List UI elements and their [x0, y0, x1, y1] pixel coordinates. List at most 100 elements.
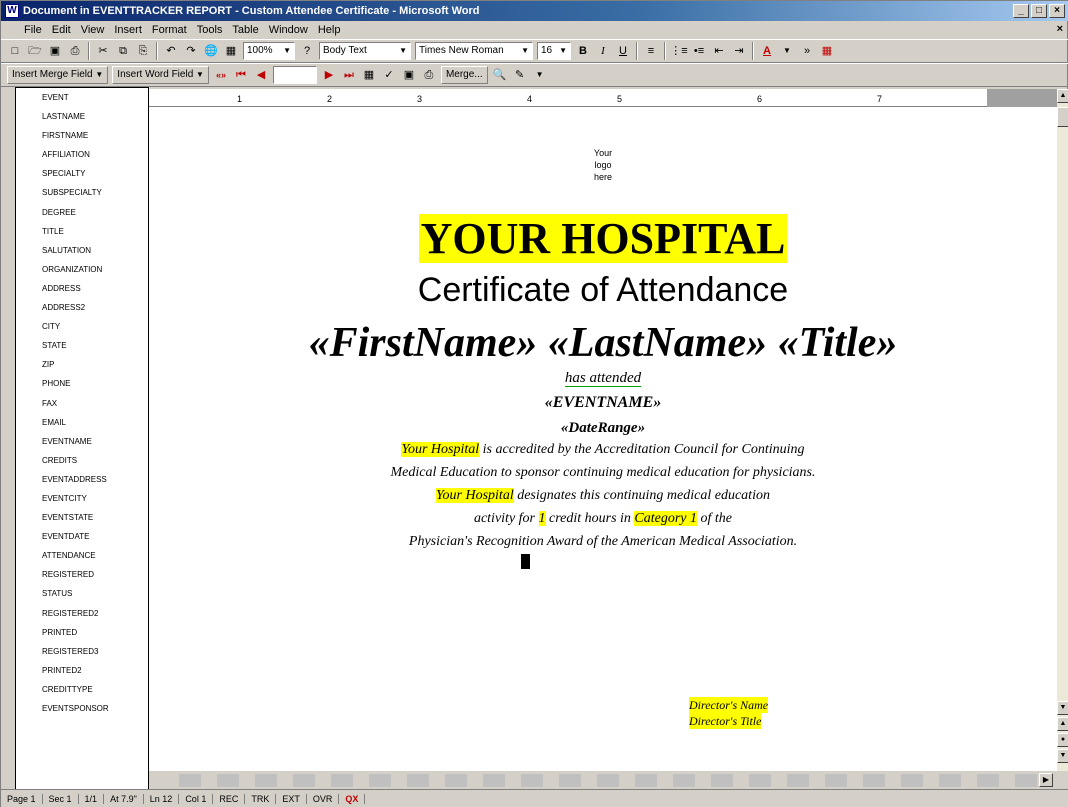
copy-icon[interactable]: ⧉: [114, 42, 132, 60]
merge-field-dropdown[interactable]: EVENT LASTNAME FIRSTNAME AFFILIATION SPE…: [15, 87, 149, 807]
menu-insert[interactable]: Insert: [109, 24, 147, 36]
edit-data-source-icon[interactable]: ✎: [511, 66, 529, 84]
paste-icon[interactable]: ⎘: [134, 42, 152, 60]
status-ext[interactable]: EXT: [276, 794, 307, 804]
last-record-icon[interactable]: ⏭: [340, 66, 358, 84]
insert-merge-field-button[interactable]: Insert Merge Field ▼: [7, 66, 109, 84]
previous-page-icon[interactable]: ▲: [1057, 717, 1068, 731]
merge-field-option[interactable]: REGISTERED: [16, 565, 148, 584]
insert-word-field-button[interactable]: Insert Word Field ▼: [112, 66, 209, 84]
merge-field-option[interactable]: EMAIL: [16, 413, 148, 432]
merge-field-option[interactable]: TITLE: [16, 222, 148, 241]
merge-field-option[interactable]: LASTNAME: [16, 107, 148, 126]
merge-field-option[interactable]: ADDRESS2: [16, 298, 148, 317]
merge-field-option[interactable]: ORGANIZATION: [16, 260, 148, 279]
next-page-icon[interactable]: ▼: [1057, 749, 1068, 763]
spelling-status-icon[interactable]: QX: [339, 794, 366, 804]
merge-field-option[interactable]: EVENTADDRESS: [16, 470, 148, 489]
horizontal-ruler[interactable]: 1 2 3 4 5 6 7: [149, 89, 1057, 107]
italic-button[interactable]: I: [594, 42, 612, 60]
scroll-right-icon[interactable]: ▶: [1039, 773, 1053, 787]
menu-edit[interactable]: Edit: [47, 24, 76, 36]
merge-field-option[interactable]: ADDRESS: [16, 279, 148, 298]
bold-button[interactable]: B: [574, 42, 592, 60]
merge-field-option[interactable]: ZIP: [16, 355, 148, 374]
zoom-combo[interactable]: 100% ▼: [243, 42, 295, 60]
merge-field-option[interactable]: CREDITS: [16, 451, 148, 470]
merge-to-new-document-icon[interactable]: ▣: [400, 66, 418, 84]
mail-merge-helper-icon[interactable]: ▦: [360, 66, 378, 84]
merge-field-option[interactable]: FIRSTNAME: [16, 126, 148, 145]
view-merged-data-icon[interactable]: «»: [212, 66, 230, 84]
merge-field-option[interactable]: EVENTDATE: [16, 527, 148, 546]
cut-icon[interactable]: ✂: [94, 42, 112, 60]
font-color-button[interactable]: A: [758, 42, 776, 60]
undo-icon[interactable]: ↶: [162, 42, 180, 60]
maximize-button[interactable]: □: [1031, 4, 1047, 18]
align-center-icon[interactable]: ≡: [642, 42, 660, 60]
merge-field-option[interactable]: PHONE: [16, 374, 148, 393]
print-icon[interactable]: ⎙: [66, 42, 84, 60]
select-browse-object-icon[interactable]: ●: [1057, 733, 1068, 747]
check-errors-icon[interactable]: ✓: [380, 66, 398, 84]
merge-field-option[interactable]: DEGREE: [16, 203, 148, 222]
menu-file[interactable]: File: [19, 24, 47, 36]
minimize-button[interactable]: _: [1013, 4, 1029, 18]
scroll-thumb[interactable]: [1057, 107, 1068, 127]
merge-field-option[interactable]: SUBSPECIALTY: [16, 183, 148, 202]
chevron-down-icon[interactable]: ▼: [778, 42, 796, 60]
menu-table[interactable]: Table: [227, 24, 263, 36]
close-button[interactable]: ×: [1049, 4, 1065, 18]
hyperlink-icon[interactable]: 🌐: [202, 42, 220, 60]
menu-tools[interactable]: Tools: [192, 24, 228, 36]
merge-to-document-icon[interactable]: ▦: [818, 42, 836, 60]
merge-field-option[interactable]: FAX: [16, 394, 148, 413]
font-size-combo[interactable]: 16 ▼: [537, 42, 571, 60]
merge-field-option[interactable]: EVENTCITY: [16, 489, 148, 508]
merge-field-option[interactable]: AFFILIATION: [16, 145, 148, 164]
menu-format[interactable]: Format: [147, 24, 192, 36]
find-record-icon[interactable]: 🔍: [491, 66, 509, 84]
merge-field-option[interactable]: STATUS: [16, 584, 148, 603]
decrease-indent-icon[interactable]: ⇤: [710, 42, 728, 60]
open-folder-icon[interactable]: 🗁: [26, 42, 44, 60]
status-trk[interactable]: TRK: [245, 794, 277, 804]
table-icon[interactable]: ▦: [222, 42, 240, 60]
merge-button[interactable]: Merge...: [440, 66, 488, 84]
numbering-icon[interactable]: ⋮≡: [670, 42, 688, 60]
merge-to-printer-icon[interactable]: ⎙: [420, 66, 438, 84]
close-document-button[interactable]: ×: [1057, 23, 1063, 35]
merge-field-option[interactable]: SALUTATION: [16, 241, 148, 260]
vertical-scrollbar[interactable]: ▲ ▼ ▲ ● ▼: [1057, 89, 1068, 771]
menu-help[interactable]: Help: [313, 24, 346, 36]
chevron-down-icon[interactable]: ▼: [531, 66, 549, 84]
status-ovr[interactable]: OVR: [307, 794, 340, 804]
style-combo[interactable]: Body Text ▼: [319, 42, 411, 60]
document-page[interactable]: Your logo here YOUR HOSPITAL Certificate…: [149, 107, 1057, 771]
next-record-icon[interactable]: ▶: [320, 66, 338, 84]
merge-field-option[interactable]: SPECIALTY: [16, 164, 148, 183]
merge-field-option[interactable]: EVENTNAME: [16, 432, 148, 451]
horizontal-scrollbar[interactable]: ▶: [149, 771, 1068, 789]
underline-button[interactable]: U: [614, 42, 632, 60]
status-rec[interactable]: REC: [213, 794, 246, 804]
merge-field-option[interactable]: CREDITTYPE: [16, 680, 148, 699]
redo-icon[interactable]: ↷: [182, 42, 200, 60]
merge-field-option[interactable]: CITY: [16, 317, 148, 336]
merge-field-option[interactable]: STATE: [16, 336, 148, 355]
first-record-icon[interactable]: ⏮: [232, 66, 250, 84]
merge-field-option[interactable]: EVENTSPONSOR: [16, 699, 148, 718]
merge-field-option[interactable]: PRINTED2: [16, 661, 148, 680]
new-document-icon[interactable]: □: [6, 42, 24, 60]
font-combo[interactable]: Times New Roman ▼: [415, 42, 533, 60]
merge-field-option[interactable]: EVENTSTATE: [16, 508, 148, 527]
increase-indent-icon[interactable]: ⇥: [730, 42, 748, 60]
menu-view[interactable]: View: [76, 24, 110, 36]
toolbar-options-icon[interactable]: »: [798, 42, 816, 60]
previous-record-icon[interactable]: ◀: [252, 66, 270, 84]
merge-field-option[interactable]: REGISTERED3: [16, 642, 148, 661]
record-number-field[interactable]: [272, 66, 317, 84]
merge-field-option[interactable]: REGISTERED2: [16, 604, 148, 623]
merge-field-option[interactable]: ATTENDANCE: [16, 546, 148, 565]
bullets-icon[interactable]: •≡: [690, 42, 708, 60]
